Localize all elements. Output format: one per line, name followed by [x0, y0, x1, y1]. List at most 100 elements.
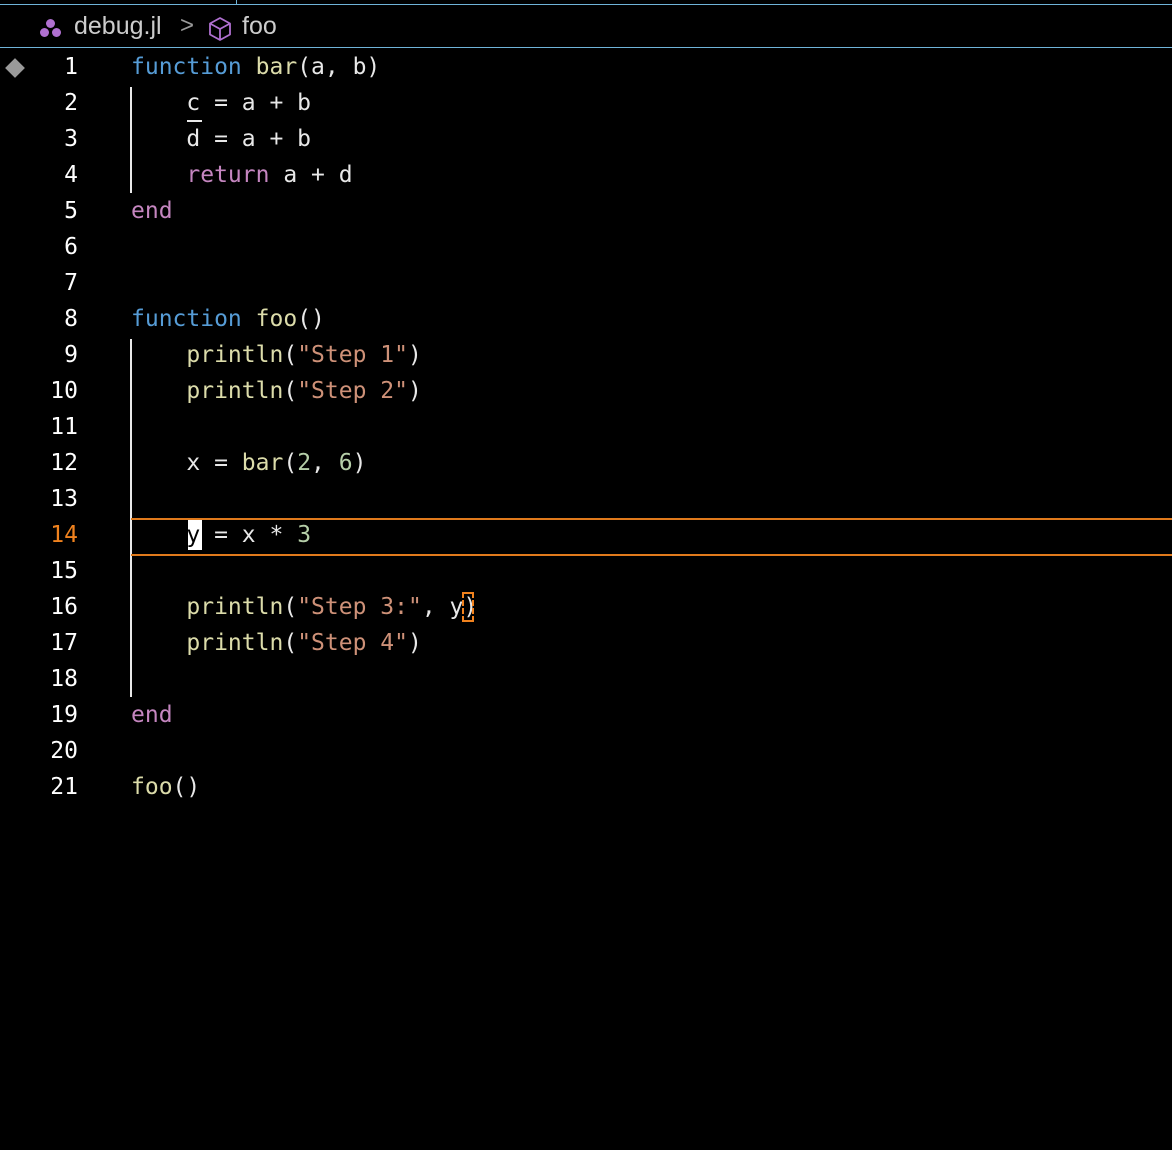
params: (a, b)	[297, 54, 381, 80]
code-line-current[interactable]: 14 y = x * 3	[0, 517, 1172, 553]
expression: = a + b	[200, 90, 312, 116]
function-call: println	[186, 378, 284, 404]
code-line[interactable]: 19 end	[0, 697, 1172, 733]
code-line[interactable]: 7	[0, 265, 1172, 301]
code-line[interactable]: 15	[0, 553, 1172, 589]
string-literal: "Step 1"	[297, 342, 408, 368]
code-line[interactable]: 10 println("Step 2")	[0, 373, 1172, 409]
params: ()	[297, 306, 325, 332]
line-number: 17	[50, 630, 78, 656]
paren: (	[283, 594, 298, 620]
code-line[interactable]: 18	[0, 661, 1172, 697]
string-literal: "Step 2"	[297, 378, 408, 404]
inline-value-marker[interactable]	[462, 592, 474, 622]
paren: (	[283, 630, 298, 656]
function-call: foo	[131, 774, 173, 800]
breadcrumb-symbol[interactable]: foo	[242, 5, 277, 47]
line-number: 16	[50, 594, 78, 620]
line-number: 10	[50, 378, 78, 404]
code-line[interactable]: 2 c = a + b	[0, 85, 1172, 121]
line-number: 14	[50, 522, 78, 548]
code-line[interactable]: 13	[0, 481, 1172, 517]
function-call: bar	[241, 450, 284, 476]
function-name: bar	[255, 54, 298, 80]
keyword: end	[131, 702, 173, 728]
code-line[interactable]: 16 println("Step 3:", y)	[0, 589, 1172, 625]
julia-icon	[38, 19, 62, 39]
breadcrumb-separator: >	[180, 12, 195, 39]
code-line[interactable]: 11	[0, 409, 1172, 445]
variable-at-cursor: y	[186, 522, 201, 548]
line-number: 19	[50, 702, 78, 728]
line-number: 15	[50, 558, 78, 584]
code-editor[interactable]: 1 function bar(a, b) 2 c = a + b 3 d = a…	[0, 49, 1172, 1150]
line-number: 18	[50, 666, 78, 692]
expression: a + d	[269, 162, 353, 188]
line-number: 8	[64, 306, 78, 332]
line-number: 6	[64, 234, 78, 260]
code-line[interactable]: 5 end	[0, 193, 1172, 229]
code-line[interactable]: 20	[0, 733, 1172, 769]
code-line[interactable]: 4 return a + d	[0, 157, 1172, 193]
code-line[interactable]: 21 foo()	[0, 769, 1172, 805]
function-call: println	[186, 594, 284, 620]
paren: (	[283, 378, 298, 404]
number-literal: 2	[297, 450, 312, 476]
keyword: end	[131, 198, 173, 224]
paren: )	[407, 378, 422, 404]
line-number: 2	[64, 90, 78, 116]
assignment: x =	[131, 450, 242, 476]
code-line[interactable]: 9 println("Step 1")	[0, 337, 1172, 373]
paren: )	[407, 342, 422, 368]
line-number: 1	[64, 54, 78, 80]
keyword: function	[131, 54, 242, 80]
line-number: 5	[64, 198, 78, 224]
line-number: 3	[64, 126, 78, 152]
code-line[interactable]: 1 function bar(a, b)	[0, 49, 1172, 85]
comma: ,	[421, 594, 450, 620]
line-number: 9	[64, 342, 78, 368]
number-literal: 3	[297, 522, 312, 548]
paren: (	[283, 450, 298, 476]
function-name: foo	[255, 306, 298, 332]
code-line[interactable]: 12 x = bar(2, 6)	[0, 445, 1172, 481]
line-number: 20	[50, 738, 78, 764]
code-line[interactable]: 3 d = a + b	[0, 121, 1172, 157]
line-number: 21	[50, 774, 78, 800]
variable: d	[186, 126, 201, 152]
cube-icon	[209, 17, 231, 41]
line-number: 7	[64, 270, 78, 296]
variable: c	[186, 90, 201, 116]
expression: = a + b	[200, 126, 312, 152]
number-literal: 6	[338, 450, 353, 476]
code-line[interactable]: 17 println("Step 4")	[0, 625, 1172, 661]
line-number: 12	[50, 450, 78, 476]
code-line[interactable]: 6	[0, 229, 1172, 265]
paren: )	[352, 450, 367, 476]
line-number: 11	[50, 414, 78, 440]
string-literal: "Step 3:"	[297, 594, 422, 620]
line-number: 13	[50, 486, 78, 512]
paren: (	[283, 342, 298, 368]
line-number: 4	[64, 162, 78, 188]
breadcrumb-file[interactable]: debug.jl	[74, 5, 162, 47]
expression: = x *	[200, 522, 298, 548]
keyword: function	[131, 306, 242, 332]
breadcrumb: debug.jl > foo	[0, 5, 1172, 48]
keyword: return	[186, 162, 270, 188]
function-call: println	[186, 342, 284, 368]
function-call: println	[186, 630, 284, 656]
code-line[interactable]: 8 function foo()	[0, 301, 1172, 337]
paren: ()	[172, 774, 201, 800]
comma: ,	[311, 450, 339, 476]
